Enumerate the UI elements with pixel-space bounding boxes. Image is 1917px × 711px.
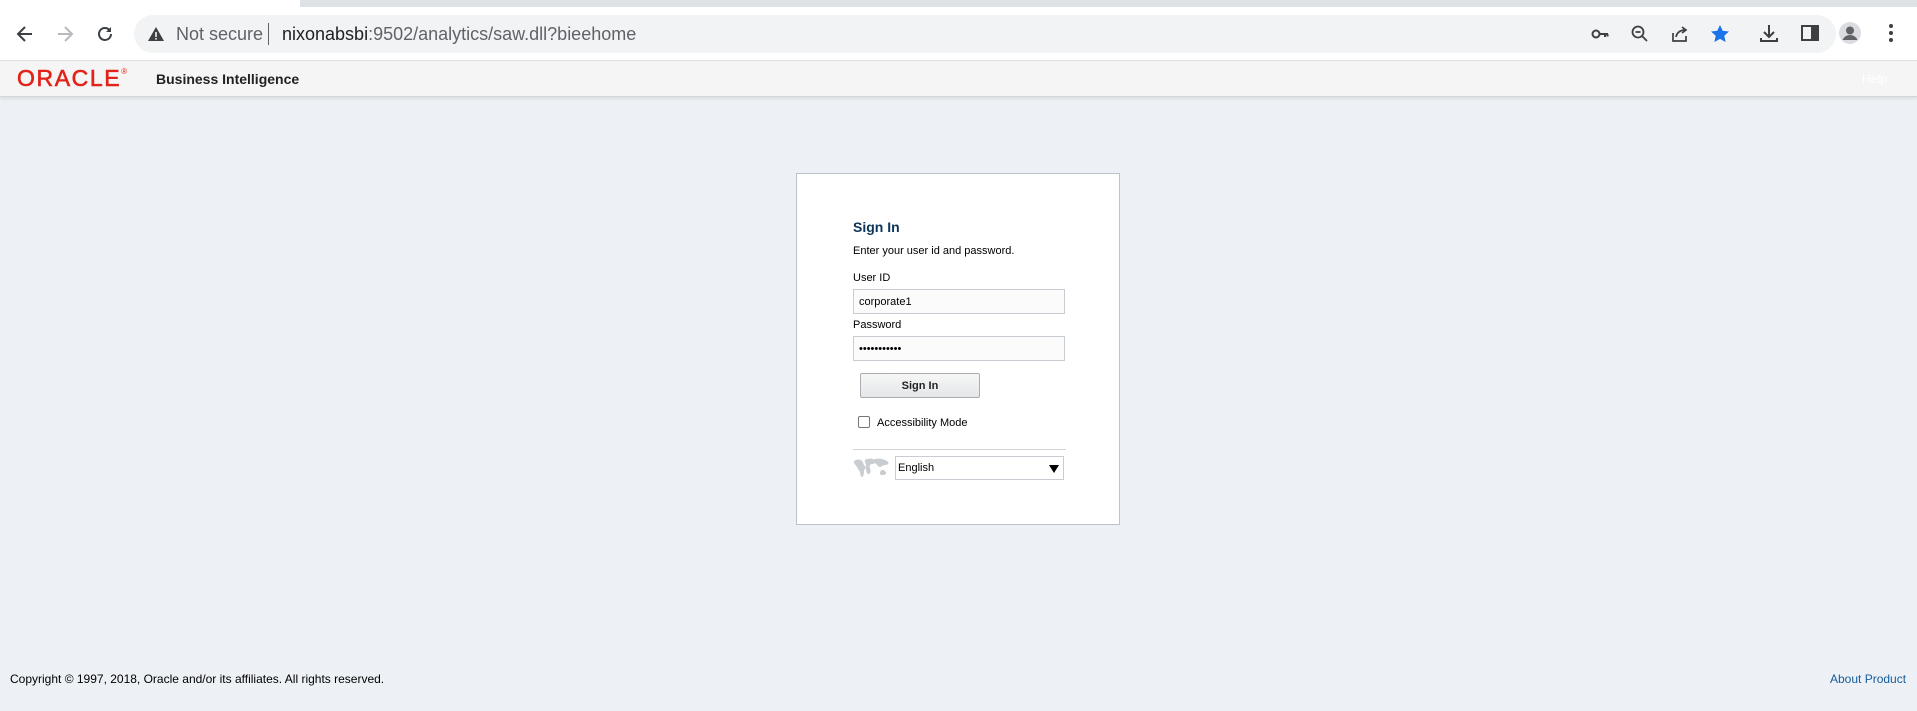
profile-icon xyxy=(1839,22,1861,44)
signin-title: Sign In xyxy=(853,219,900,235)
signin-panel: Sign In Enter your user id and password.… xyxy=(796,173,1120,525)
userid-label: User ID xyxy=(853,272,891,284)
tab-strip xyxy=(0,0,1917,7)
share-icon xyxy=(1672,26,1688,42)
about-product-link[interactable]: About Product xyxy=(1830,672,1906,686)
side-panel-button[interactable] xyxy=(1797,20,1823,46)
password-key-button[interactable] xyxy=(1588,22,1612,46)
app-header: ORACLE® Business Intelligence Help xyxy=(0,61,1917,97)
card-divider xyxy=(853,449,1066,450)
password-input[interactable] xyxy=(853,336,1065,361)
accessibility-mode-checkbox[interactable] xyxy=(858,416,870,428)
forward-arrow-icon xyxy=(58,26,74,42)
omnibox-separator xyxy=(268,23,269,45)
signin-button[interactable]: Sign In xyxy=(860,373,980,398)
userid-input[interactable] xyxy=(853,289,1065,314)
bookmark-button[interactable] xyxy=(1708,22,1732,46)
key-icon xyxy=(1591,29,1609,39)
copyright-text: Copyright © 1997, 2018, Oracle and/or it… xyxy=(10,672,385,686)
downloads-button[interactable] xyxy=(1756,20,1782,46)
forward-button[interactable] xyxy=(50,19,80,49)
back-arrow-icon xyxy=(16,26,32,42)
zoom-out-icon xyxy=(1631,25,1648,42)
help-link[interactable]: Help xyxy=(1862,72,1887,86)
oracle-logo[interactable]: ORACLE® xyxy=(17,65,127,92)
url-text[interactable]: nixonabsbi:9502/analytics/saw.dll?bieeho… xyxy=(282,24,636,45)
oracle-logo-text: ORACLE xyxy=(17,65,122,92)
signin-instructions: Enter your user id and password. xyxy=(853,245,1015,257)
side-panel-icon xyxy=(1801,25,1819,41)
url-host: nixonabsbi xyxy=(282,24,369,44)
zoom-button[interactable] xyxy=(1628,22,1652,46)
security-status[interactable]: Not secure xyxy=(176,24,263,45)
language-selected-value: English xyxy=(898,462,935,474)
dropdown-caret-icon xyxy=(1049,465,1059,473)
reload-button[interactable] xyxy=(90,19,120,49)
globe-map-icon xyxy=(853,458,889,477)
warning-icon[interactable] xyxy=(147,25,165,43)
url-path: :9502/analytics/saw.dll?bieehome xyxy=(368,24,637,44)
menu-kebab-icon xyxy=(1889,24,1893,42)
active-tab[interactable] xyxy=(0,0,300,7)
back-button[interactable] xyxy=(10,19,40,49)
registered-mark: ® xyxy=(121,67,128,76)
password-label: Password xyxy=(853,319,902,331)
product-name: Business Intelligence xyxy=(156,71,300,87)
share-button[interactable] xyxy=(1668,22,1692,46)
download-icon xyxy=(1760,25,1778,42)
browser-toolbar: Not secure nixonabsbi:9502/analytics/saw… xyxy=(0,0,1917,61)
language-select[interactable]: English xyxy=(895,456,1064,480)
profile-button[interactable] xyxy=(1837,20,1863,46)
reload-icon xyxy=(98,27,112,41)
accessibility-mode-label[interactable]: Accessibility Mode xyxy=(877,417,967,429)
browser-menu-button[interactable] xyxy=(1878,20,1904,46)
address-bar[interactable]: Not secure nixonabsbi:9502/analytics/saw… xyxy=(134,15,1836,53)
bookmark-star-icon xyxy=(1711,25,1729,42)
